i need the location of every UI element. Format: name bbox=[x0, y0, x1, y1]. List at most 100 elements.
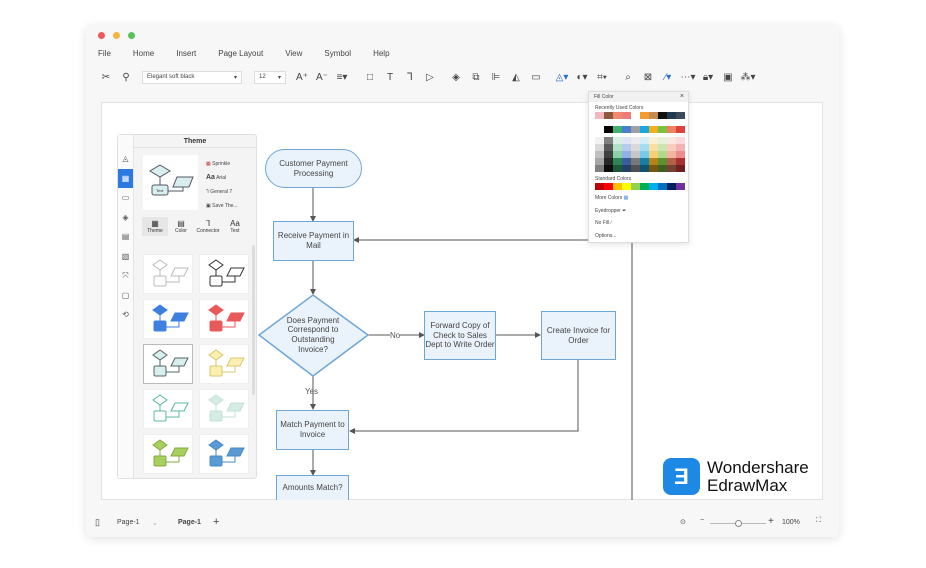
color-swatch[interactable] bbox=[604, 165, 613, 172]
layers-icon[interactable]: ◈ bbox=[118, 208, 133, 228]
more-colors-button[interactable]: More Colors ▦ bbox=[595, 195, 628, 201]
color-swatch[interactable] bbox=[667, 126, 676, 133]
color-swatch[interactable] bbox=[658, 183, 667, 190]
no-fill-button[interactable]: No Fill ∕ bbox=[595, 220, 611, 226]
theme-thumbnail[interactable] bbox=[143, 299, 193, 339]
color-swatch[interactable] bbox=[676, 158, 685, 165]
theme-thumbnail[interactable] bbox=[143, 254, 193, 294]
color-swatch[interactable] bbox=[622, 112, 631, 119]
start-node[interactable]: Customer Payment Processing bbox=[265, 149, 362, 188]
color-swatch[interactable] bbox=[622, 183, 631, 190]
data-icon[interactable]: ▧ bbox=[118, 247, 133, 267]
theme-icon[interactable]: ▦ bbox=[118, 168, 133, 188]
color-swatch[interactable] bbox=[649, 158, 658, 165]
color-swatch[interactable] bbox=[640, 183, 649, 190]
color-swatch[interactable] bbox=[631, 137, 640, 144]
color-swatch[interactable] bbox=[640, 151, 649, 158]
color-swatch[interactable] bbox=[595, 126, 604, 133]
color-swatch[interactable] bbox=[667, 158, 676, 165]
color-swatch[interactable] bbox=[631, 165, 640, 172]
color-swatch[interactable] bbox=[604, 158, 613, 165]
color-swatch[interactable] bbox=[658, 144, 667, 151]
options-button[interactable]: Options... bbox=[595, 233, 616, 239]
color-swatch[interactable] bbox=[676, 144, 685, 151]
color-swatch[interactable] bbox=[604, 112, 613, 119]
color-swatch[interactable] bbox=[595, 158, 604, 165]
color-swatch[interactable] bbox=[640, 165, 649, 172]
color-swatch[interactable] bbox=[622, 158, 631, 165]
color-swatch[interactable] bbox=[649, 151, 658, 158]
color-swatch[interactable] bbox=[595, 165, 604, 172]
color-swatch[interactable] bbox=[676, 126, 685, 133]
color-swatch[interactable] bbox=[595, 151, 604, 158]
color-swatch[interactable] bbox=[658, 158, 667, 165]
color-swatch[interactable] bbox=[667, 183, 676, 190]
scrollbar[interactable] bbox=[252, 245, 255, 395]
color-swatch[interactable] bbox=[667, 137, 676, 144]
tab-color[interactable]: ▤ Color bbox=[168, 217, 194, 236]
color-swatch[interactable] bbox=[622, 126, 631, 133]
color-swatch[interactable] bbox=[622, 137, 631, 144]
eyedropper-button[interactable]: Eyedropper ✒ bbox=[595, 208, 626, 214]
color-swatch[interactable] bbox=[676, 151, 685, 158]
color-swatch[interactable] bbox=[649, 183, 658, 190]
theme-option-font[interactable]: Aa Arial bbox=[206, 171, 238, 185]
color-swatch[interactable] bbox=[631, 183, 640, 190]
theme-thumbnail[interactable] bbox=[143, 344, 193, 384]
image-icon[interactable]: ▭ bbox=[118, 188, 133, 208]
color-swatch[interactable] bbox=[676, 183, 685, 190]
presentation-icon[interactable]: ▢ bbox=[118, 286, 133, 306]
theme-thumbnail[interactable] bbox=[199, 299, 249, 339]
color-swatch[interactable] bbox=[667, 144, 676, 151]
color-swatch[interactable] bbox=[667, 151, 676, 158]
color-swatch[interactable] bbox=[613, 126, 622, 133]
tab-text[interactable]: Aa Text bbox=[222, 217, 248, 236]
color-swatch[interactable] bbox=[631, 144, 640, 151]
color-swatch[interactable] bbox=[613, 137, 622, 144]
color-swatch[interactable] bbox=[613, 183, 622, 190]
color-swatch[interactable] bbox=[658, 137, 667, 144]
color-swatch[interactable] bbox=[631, 126, 640, 133]
color-swatch[interactable] bbox=[640, 137, 649, 144]
color-swatch[interactable] bbox=[649, 126, 658, 133]
color-swatch[interactable] bbox=[667, 112, 676, 119]
theme-thumbnail[interactable] bbox=[199, 254, 249, 294]
color-swatch[interactable] bbox=[595, 183, 604, 190]
decision-node[interactable]: Does Payment Correspond to Outstanding I… bbox=[280, 313, 346, 357]
color-swatch[interactable] bbox=[676, 165, 685, 172]
color-swatch[interactable] bbox=[613, 151, 622, 158]
theme-thumbnail[interactable] bbox=[143, 434, 193, 474]
forward-copy-node[interactable]: Forward Copy of Check to Sales Dept to W… bbox=[424, 311, 496, 360]
match-payment-node[interactable]: Match Payment to Invoice bbox=[276, 410, 349, 450]
color-swatch[interactable] bbox=[676, 137, 685, 144]
theme-option-save[interactable]: ▣ Save The... bbox=[206, 199, 238, 213]
history-icon[interactable]: ⟲ bbox=[118, 305, 133, 325]
color-swatch[interactable] bbox=[640, 158, 649, 165]
color-swatch[interactable] bbox=[631, 158, 640, 165]
color-swatch[interactable] bbox=[640, 126, 649, 133]
close-icon[interactable]: × bbox=[680, 93, 684, 100]
color-swatch[interactable] bbox=[595, 137, 604, 144]
fit-icon[interactable]: ⤧ bbox=[118, 266, 133, 286]
color-swatch[interactable] bbox=[658, 126, 667, 133]
color-swatch[interactable] bbox=[613, 112, 622, 119]
color-swatch[interactable] bbox=[595, 112, 604, 119]
color-swatch[interactable] bbox=[658, 112, 667, 119]
color-swatch[interactable] bbox=[604, 183, 613, 190]
color-swatch[interactable] bbox=[631, 151, 640, 158]
color-swatch[interactable] bbox=[604, 151, 613, 158]
color-swatch[interactable] bbox=[649, 112, 658, 119]
color-swatch[interactable] bbox=[622, 151, 631, 158]
theme-thumbnail[interactable] bbox=[143, 389, 193, 429]
fill-icon[interactable]: ◬ bbox=[118, 149, 133, 169]
color-swatch[interactable] bbox=[649, 165, 658, 172]
color-swatch[interactable] bbox=[658, 151, 667, 158]
color-swatch[interactable] bbox=[640, 112, 649, 119]
color-swatch[interactable] bbox=[622, 165, 631, 172]
create-invoice-node[interactable]: Create Invoice for Order bbox=[541, 311, 616, 360]
color-swatch[interactable] bbox=[595, 144, 604, 151]
receive-payment-node[interactable]: Receive Payment in Mail bbox=[273, 221, 354, 261]
color-swatch[interactable] bbox=[613, 158, 622, 165]
theme-thumbnail[interactable] bbox=[199, 389, 249, 429]
color-swatch[interactable] bbox=[640, 144, 649, 151]
